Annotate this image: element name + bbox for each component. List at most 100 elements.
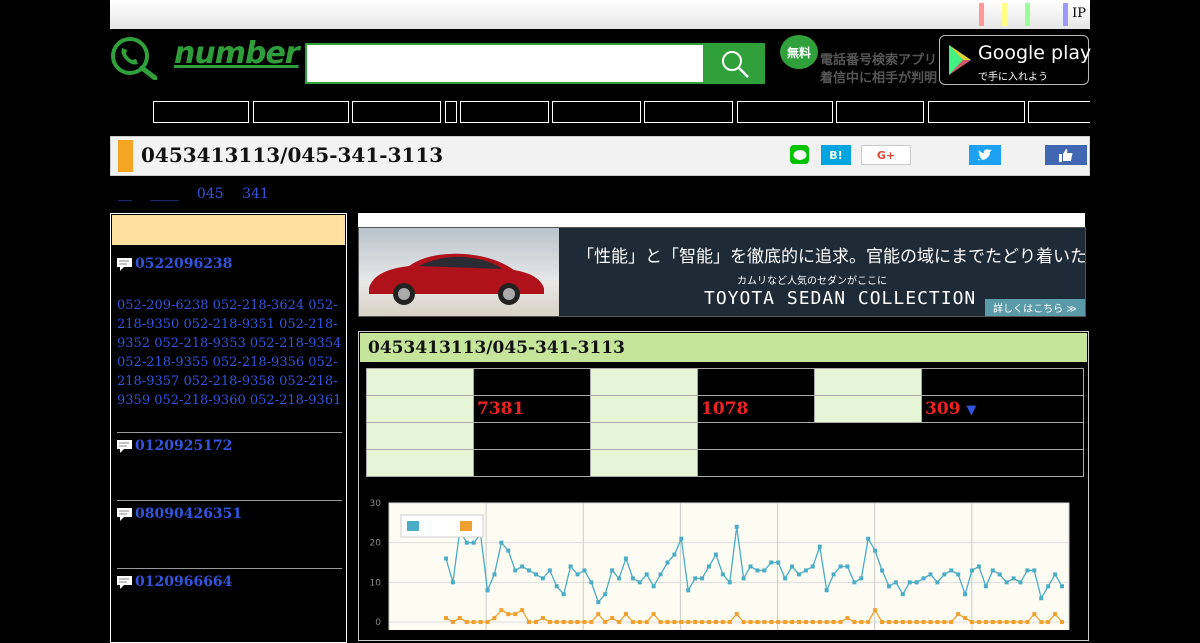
stripe-blue [1063,3,1068,26]
data-point-series-2 [658,620,663,624]
breadcrumb-item-1[interactable]: __ [118,186,132,202]
y-tick-label: 20 [370,539,382,549]
panel-header: 0453413113/045-341-3113 [360,333,1087,362]
banner-cta-button[interactable]: 詳しくはこちら ≫ [985,299,1085,316]
related-number-link[interactable]: 052-209-6238 [117,298,209,313]
app-promo[interactable]: 無料 電話番号検索アプリ 着信中に相手が判明 [780,35,937,86]
expand-arrow-icon[interactable]: ▼ [966,403,976,418]
sidebar-entry: 0522096238 052-209-6238 052-218-3624 052… [117,256,343,410]
related-number-link[interactable]: 052-218-9358 [183,374,275,389]
related-number-link[interactable]: 052-218-9351 [183,317,275,332]
data-point-series-1 [540,576,545,581]
breadcrumb-item-4[interactable]: 341 [242,186,269,202]
data-point-series-1 [450,580,455,585]
facebook-like-button[interactable] [1045,145,1087,165]
banner-headline: 「性能」と「智能」を徹底的に追求。官能の域にまでたどり着いた。 [577,247,1086,267]
stat-value-1: 7381 [473,395,591,423]
nav-item-8[interactable] [737,101,833,123]
table-row: 7381 1078 309 ▼ [366,395,1084,423]
line-icon [793,149,806,160]
search-field[interactable] [305,43,705,84]
related-number-link[interactable]: 052-218-9356 [213,355,305,370]
stats-table: 7381 1078 309 ▼ [366,368,1084,477]
data-point-series-2 [617,620,622,624]
data-point-series-2 [471,620,476,624]
google-plus-button[interactable]: G+ [861,145,911,165]
data-point-series-1 [907,580,912,585]
data-point-series-2 [783,620,788,624]
data-point-series-2 [776,620,781,624]
banner-header-strip [358,213,1085,227]
site-logo[interactable]: number [174,36,300,71]
google-play-badge[interactable]: Google play で手に入れよう [939,35,1091,85]
data-point-series-2 [1039,620,1044,624]
data-point-series-1 [893,580,898,585]
sidebar-entry-title: 0522096238 [117,256,343,272]
breadcrumb-item-2[interactable]: ____ [150,186,178,202]
data-point-series-1 [554,584,559,589]
data-point-series-1 [464,540,469,545]
line-share-button[interactable] [790,145,809,164]
sidebar-entry-title: 0120925172 [117,438,343,454]
data-point-series-2 [734,612,739,617]
sidebar-number-link[interactable]: 08090426351 [135,506,242,522]
sidebar-number-link[interactable]: 0120925172 [135,438,232,454]
data-point-series-1 [997,572,1002,577]
search-button[interactable] [705,43,765,84]
related-number-link[interactable]: 052-218-9355 [117,355,209,370]
data-point-series-1 [700,576,705,581]
data-point-series-1 [755,568,760,573]
nav-item-2[interactable] [253,101,349,123]
data-point-series-2 [942,620,947,624]
nav-item-10[interactable] [928,101,1025,123]
nav-item-5[interactable] [460,101,549,123]
data-point-series-1 [499,540,504,545]
data-point-series-1 [727,580,732,585]
phone-search-logo-icon[interactable] [110,36,158,81]
data-point-series-2 [880,620,885,624]
nav-item-6[interactable] [552,101,641,123]
data-point-series-1 [513,568,518,573]
data-point-series-2 [762,620,767,624]
data-point-series-1 [568,564,573,569]
search-input[interactable] [307,45,703,82]
twitter-share-button[interactable] [969,145,1001,165]
related-number-link[interactable]: 052-218-9353 [154,336,246,351]
ip-link[interactable]: IP [1072,6,1086,21]
nav-item-1[interactable] [153,101,249,123]
related-number-link[interactable]: 052-218-9360 [154,393,246,408]
sidebar: 0522096238 052-209-6238 052-218-3624 052… [110,213,347,643]
nav-item-9[interactable] [836,101,924,123]
data-point-series-2 [527,620,532,624]
related-number-link[interactable]: 052-218-3624 [213,298,305,313]
nav-item-3[interactable] [352,101,441,123]
sidebar-number-link[interactable]: 0120966664 [135,574,232,590]
nav-item-7[interactable] [644,101,733,123]
legend-swatch-series-1 [407,521,419,531]
data-point-series-1 [589,580,594,585]
sidebar-entry: 0120925172 [117,438,343,454]
data-point-series-1 [1046,584,1051,589]
breadcrumb-item-3[interactable]: 045 [197,186,224,202]
breadcrumb: __ ____ 045 341 [118,186,283,202]
data-point-series-1 [796,572,801,577]
data-point-series-2 [485,620,490,624]
related-number-link[interactable]: 052-218-9361 [250,393,342,408]
related-number-link[interactable]: 052-218-9354 [250,336,342,351]
data-point-series-1 [873,548,878,553]
data-point-series-1 [617,576,622,581]
data-point-series-1 [783,576,788,581]
hatena-bookmark-button[interactable]: B! [821,145,851,165]
table-row [366,449,1084,477]
data-point-series-2 [755,620,760,624]
sidebar-number-link[interactable]: 0522096238 [135,256,232,272]
data-point-series-1 [845,564,850,569]
data-point-series-2 [845,616,850,621]
data-point-series-1 [886,584,891,589]
data-point-series-2 [665,620,670,624]
nav-item-11[interactable] [1028,101,1090,123]
ad-banner[interactable]: 「性能」と「智能」を徹底的に追求。官能の域にまでたどり着いた。 カムリなど人気の… [358,227,1086,317]
data-point-series-1 [928,572,933,577]
data-point-series-2 [450,620,455,624]
nav-item-4[interactable] [445,101,457,123]
